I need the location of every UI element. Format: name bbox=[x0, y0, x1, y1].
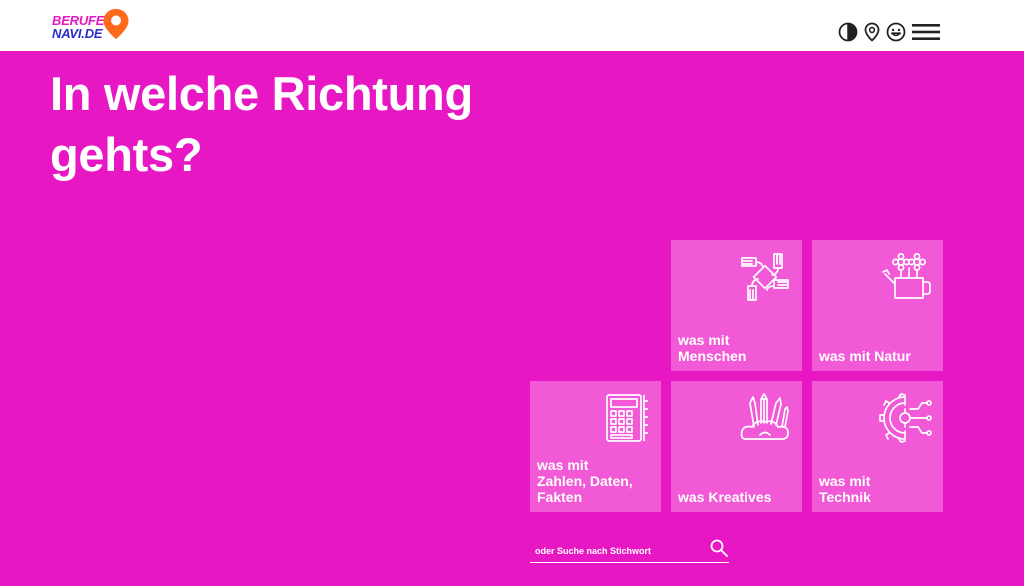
calculator-icon bbox=[606, 394, 648, 442]
page-headline: In welche Richtung gehts? bbox=[50, 67, 473, 181]
tile-label: was mit Menschen bbox=[678, 332, 747, 364]
header: BERUFE NAVI.DE bbox=[0, 0, 1024, 51]
keyword-search bbox=[530, 537, 729, 563]
menu-icon[interactable] bbox=[911, 21, 941, 43]
category-tile-kreatives[interactable]: was Kreatives bbox=[671, 381, 802, 512]
search-icon[interactable] bbox=[709, 538, 729, 558]
contrast-icon[interactable] bbox=[837, 21, 859, 43]
logo-pin-icon bbox=[103, 9, 129, 39]
watering-can-flowers-icon bbox=[882, 253, 931, 299]
category-tile-natur[interactable]: was mit Natur bbox=[812, 240, 943, 371]
berufenavi-logo[interactable]: BERUFE NAVI.DE bbox=[50, 8, 132, 42]
search-input[interactable] bbox=[530, 543, 700, 559]
art-supplies-icon bbox=[740, 393, 789, 440]
hands-together-icon bbox=[741, 253, 789, 301]
smiley-icon[interactable] bbox=[885, 21, 907, 43]
tile-label: was mit Technik bbox=[819, 473, 871, 505]
tile-label: was Kreatives bbox=[678, 489, 772, 505]
category-tile-technik[interactable]: was mit Technik bbox=[812, 381, 943, 512]
category-tile-zahlen-daten-fakten[interactable]: was mit Zahlen, Daten, Fakten bbox=[530, 381, 661, 512]
logo-line-2: NAVI.DE bbox=[52, 26, 103, 41]
category-tile-menschen[interactable]: was mit Menschen bbox=[671, 240, 802, 371]
tile-label: was mit Natur bbox=[819, 348, 911, 364]
circuit-gear-icon bbox=[879, 393, 932, 443]
location-pin-icon[interactable] bbox=[861, 21, 883, 43]
tile-label: was mit Zahlen, Daten, Fakten bbox=[537, 457, 633, 505]
